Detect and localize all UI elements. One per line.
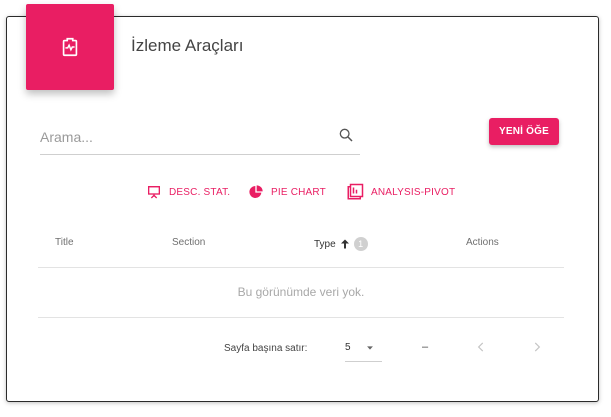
desc-stat-button[interactable]: DESC. STAT. bbox=[146, 182, 230, 202]
table-footer-divider bbox=[38, 317, 564, 318]
search-input[interactable] bbox=[40, 126, 320, 148]
presentation-icon bbox=[148, 186, 160, 199]
pagination-range: – bbox=[422, 341, 429, 353]
analysis-pivot-label: ANALYSIS-PIVOT bbox=[371, 186, 456, 198]
column-header-title-label: Title bbox=[55, 237, 74, 248]
column-header-type-label: Type bbox=[314, 238, 336, 250]
column-header-actions: Actions bbox=[466, 237, 499, 248]
clipboard-pulse-icon bbox=[62, 37, 78, 57]
rows-per-page-label: Sayfa başına satır: bbox=[224, 343, 308, 354]
desc-stat-label: DESC. STAT. bbox=[169, 186, 231, 198]
sort-ascending-icon bbox=[340, 239, 349, 249]
column-header-type[interactable]: Type 1 bbox=[314, 237, 368, 251]
pie-chart-label: PIE CHART bbox=[271, 186, 326, 198]
card-title: İzleme Araçları bbox=[131, 36, 244, 55]
chevron-left-icon[interactable] bbox=[474, 340, 488, 354]
chevron-right-icon[interactable] bbox=[530, 340, 544, 354]
pivot-table-icon bbox=[347, 183, 364, 200]
empty-table-message: Bu görünümde veri yok. bbox=[237, 285, 365, 299]
analysis-pivot-button[interactable]: ANALYSIS-PIVOT bbox=[346, 182, 455, 202]
new-item-button[interactable]: YENİ ÖĞE bbox=[489, 118, 559, 145]
rows-per-page-value: 5 bbox=[345, 342, 351, 353]
sort-order-badge: 1 bbox=[353, 237, 368, 251]
chevron-down-icon bbox=[367, 346, 373, 350]
pie-chart-icon bbox=[249, 185, 263, 198]
table-header-divider bbox=[38, 267, 564, 268]
search-field[interactable] bbox=[40, 120, 360, 155]
pie-chart-button[interactable]: PIE CHART bbox=[248, 182, 326, 202]
rows-per-page-select[interactable]: 5 bbox=[345, 337, 382, 362]
search-icon[interactable] bbox=[338, 127, 354, 143]
column-header-actions-label: Actions bbox=[466, 237, 499, 248]
column-header-section-label: Section bbox=[172, 237, 206, 248]
column-header-title[interactable]: Title bbox=[55, 237, 74, 248]
column-header-section[interactable]: Section bbox=[172, 237, 205, 248]
card-header-badge bbox=[26, 4, 114, 90]
